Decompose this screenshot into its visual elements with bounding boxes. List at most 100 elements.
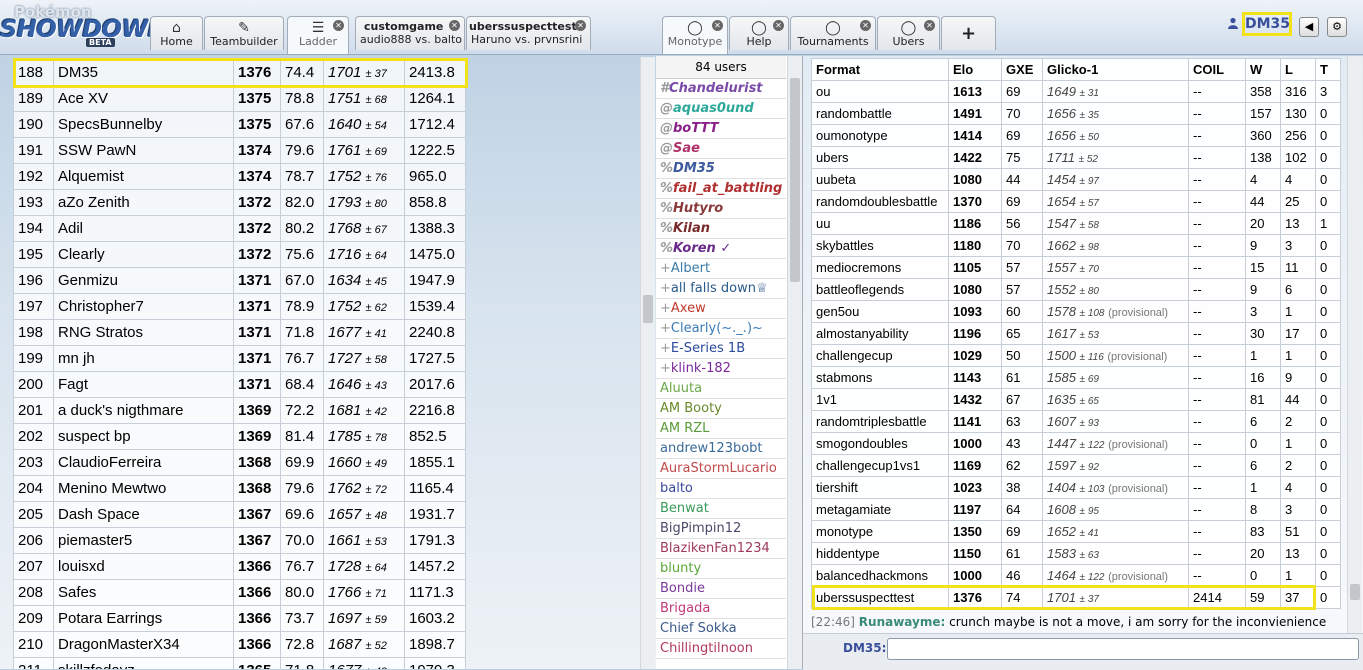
user-list-scrollbar[interactable] [787,56,802,669]
user-list-item[interactable]: blunty [656,559,786,579]
user-list-item[interactable]: %Kilan [656,219,786,239]
username-button[interactable]: DM35 [1242,12,1292,36]
user-list-item[interactable]: +Clearly(~._.)~ [656,319,786,339]
user-list-item[interactable]: %Hutyro [656,199,786,219]
ladder-username[interactable]: SSW PawN [53,137,234,164]
ladder-username[interactable]: Genmizu [53,267,234,294]
format-name[interactable]: hiddentype [811,542,949,565]
format-name[interactable]: metagamiate [811,498,949,521]
user-list-item[interactable]: +all falls down♕ [656,279,786,299]
user-list-item[interactable]: %fail_at_battling [656,179,786,199]
user-list-item[interactable]: AuraStormLucario [656,459,786,479]
ladder-username[interactable]: Alquemist [53,163,234,190]
tab-battle-uberssuspecttest[interactable]: uberssuspecttest Haruno vs. prvnsrini ✕ [466,16,591,50]
user-list-item[interactable]: #Chandelurist [656,79,786,99]
settings-button[interactable]: ⚙ [1327,17,1347,37]
close-icon[interactable]: ✕ [924,20,935,31]
format-name[interactable]: challengecup1vs1 [811,454,949,477]
user-list-item[interactable]: +klink-182 [656,359,786,379]
user-list-item[interactable]: AM RZL [656,419,786,439]
user-list-item[interactable]: andrew123bobt [656,439,786,459]
user-list-item[interactable]: AM Booty [656,399,786,419]
ladder-username[interactable]: mn jh [53,345,234,372]
tab-room-monotype[interactable]: ◯ Monotype ✕ [662,16,728,54]
user-list-item[interactable]: @Sae [656,139,786,159]
user-list-item[interactable]: balto [656,479,786,499]
tab-room-ubers[interactable]: ◯ Ubers ✕ [877,16,940,50]
format-name[interactable]: gen5ou [811,300,949,323]
format-name[interactable]: battleoflegends [811,278,949,301]
format-name[interactable]: balancedhackmons [811,564,949,587]
user-list-item[interactable]: @boTTT [656,119,786,139]
format-name[interactable]: randomdoublesbattle [811,190,949,213]
close-icon[interactable]: ✕ [333,20,344,31]
ladder-username[interactable]: ClaudioFerreira [53,449,234,476]
format-name[interactable]: smogondoubles [811,432,949,455]
close-icon[interactable]: ✕ [712,20,723,31]
format-name[interactable]: almostanyability [811,322,949,345]
ladder-scrollbar-thumb[interactable] [643,295,653,323]
ladder-username[interactable]: Fagt [53,371,234,398]
ladder-username[interactable]: Christopher7 [53,293,234,320]
format-name[interactable]: oumonotype [811,124,949,147]
ladder-username[interactable]: skillzfodayz [53,657,234,669]
ladder-username[interactable]: Adil [53,215,234,242]
user-list-item[interactable]: @aquas0und [656,99,786,119]
user-list-item[interactable]: Bondie [656,579,786,599]
format-name[interactable]: mediocremons [811,256,949,279]
close-icon[interactable]: ✕ [773,20,784,31]
user-list-item[interactable]: +E-Series 1B [656,339,786,359]
format-name[interactable]: randomtriplesbattle [811,410,949,433]
ladder-username[interactable]: a duck's nigthmare [53,397,234,424]
user-list-item[interactable]: Chillingtilnoon [656,639,786,659]
format-name[interactable]: ubers [811,146,949,169]
ladder-username[interactable]: Safes [53,579,234,606]
close-icon[interactable]: ✕ [449,20,460,31]
format-name[interactable]: challengecup [811,344,949,367]
format-name[interactable]: skybattles [811,234,949,257]
ladder-username[interactable]: DM35 [53,59,234,86]
ladder-username[interactable]: louisxd [53,553,234,580]
ladder-username[interactable]: Menino Mewtwo [53,475,234,502]
user-list-item[interactable]: Benwat [656,499,786,519]
ladder-scrollbar[interactable] [640,57,655,669]
format-name[interactable]: uu [811,212,949,235]
ladder-username[interactable]: Clearly [53,241,234,268]
user-list-item[interactable]: +Axew [656,299,786,319]
tab-room-tournaments[interactable]: ◯ Tournaments ✕ [790,16,876,50]
close-icon[interactable]: ✕ [860,20,871,31]
showdown-logo[interactable]: Pokémon SHOWDOWN! BETA [0,3,178,48]
format-name[interactable]: ou [811,80,949,103]
format-name[interactable]: uubeta [811,168,949,191]
user-list-item[interactable]: BlazikenFan1234 [656,539,786,559]
ladder-username[interactable]: SpecsBunnelby [53,111,234,138]
tab-home[interactable]: ⌂ Home [150,16,203,50]
ladder-username[interactable]: Ace XV [53,85,234,112]
format-name[interactable]: monotype [811,520,949,543]
room-scrollbar[interactable] [1347,56,1362,633]
format-name[interactable]: uberssuspecttest [811,586,949,609]
user-list-item[interactable]: BigPimpin12 [656,519,786,539]
ladder-username[interactable]: Dash Space [53,501,234,528]
ladder-username[interactable]: RNG Stratos [53,319,234,346]
format-name[interactable]: stabmons [811,366,949,389]
format-name[interactable]: tiershift [811,476,949,499]
tab-room-help[interactable]: ◯ Help ✕ [729,16,789,50]
room-scrollbar-thumb[interactable] [1350,584,1360,600]
tab-ladder[interactable]: ☰ Ladder ✕ [287,16,349,54]
ladder-username[interactable]: suspect bp [53,423,234,450]
sound-button[interactable]: ◀ [1299,17,1319,37]
ladder-username[interactable]: Potara Earrings [53,605,234,632]
tab-teambuilder[interactable]: ✎ Teambuilder [204,16,284,50]
user-list-item[interactable]: Chief Sokka [656,619,786,639]
close-icon[interactable]: ✕ [575,20,586,31]
ladder-username[interactable]: piemaster5 [53,527,234,554]
ladder-username[interactable]: aZo Zenith [53,189,234,216]
user-list-item[interactable]: +Albert [656,259,786,279]
user-list-item[interactable]: Aluuta [656,379,786,399]
format-name[interactable]: randombattle [811,102,949,125]
chat-author[interactable]: Runawayme: [859,615,946,629]
user-list-item[interactable]: Brigada [656,599,786,619]
user-list-item[interactable]: %Koren ✓ [656,239,786,259]
format-name[interactable]: 1v1 [811,388,949,411]
